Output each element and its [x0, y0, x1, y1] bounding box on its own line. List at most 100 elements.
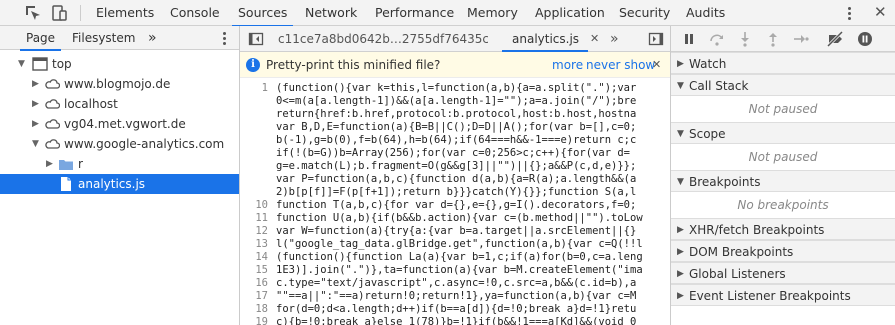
pane-xhr-breakpoints[interactable]: ▶ XHR/fetch Breakpoints: [671, 218, 895, 240]
code-area[interactable]: 1 (function(){var k=this,l=function(a,b){…: [240, 78, 670, 325]
code-line: 19 c){b=!0;break a}else 1(78)}b=!1}if(b&&…: [240, 316, 670, 325]
expanded-arrow-icon: ▼: [32, 139, 39, 149]
pane-watch[interactable]: ▶ Watch: [671, 52, 895, 74]
pane-breakpoints[interactable]: ▼ Breakpoints: [671, 170, 895, 192]
pause-icon[interactable]: [681, 31, 697, 47]
toggle-navigator-icon[interactable]: [248, 31, 264, 47]
tree-node-label: localhost: [64, 97, 118, 111]
code-text: (function(){var k=this,l=function(a,b){a…: [276, 82, 637, 94]
code-line: 10 function T(a,b,c){for var d={},e={},g=…: [240, 199, 670, 212]
step-into-icon[interactable]: [737, 31, 753, 47]
navigator-kebab-icon[interactable]: [222, 30, 226, 46]
cloud-icon: [44, 77, 61, 91]
code-line: g=e.match(L);b.fragment=O(g&&g[3]||"")||…: [240, 160, 670, 173]
never-show-link[interactable]: never show: [586, 52, 655, 78]
code-text: 2)b[p[f]]=F(p[f+1]);return b}}}catch(Y){…: [276, 186, 637, 198]
line-number[interactable]: 11: [240, 212, 268, 225]
cloud-icon: [44, 137, 61, 151]
infobar-close-icon[interactable]: ✕: [652, 52, 661, 78]
pane-title: Scope: [689, 127, 726, 141]
tab-security[interactable]: Security: [619, 0, 670, 26]
pane-event-listener-breakpoints[interactable]: ▶ Event Listener Breakpoints: [671, 284, 895, 306]
tab-analytics-js[interactable]: analytics.js: [502, 26, 588, 52]
code-text: l("google_tag_data.glBridge.get",functio…: [276, 238, 643, 250]
tab-performance[interactable]: Performance: [375, 0, 454, 26]
line-number[interactable]: 15: [240, 264, 268, 277]
pause-on-exceptions-icon[interactable]: [857, 31, 873, 47]
debugger-toolbar: [671, 26, 895, 52]
collapsed-arrow-icon: ▶: [32, 79, 39, 89]
tree-node-r[interactable]: ▶ r: [0, 154, 239, 174]
tab-elements[interactable]: Elements: [96, 0, 154, 26]
line-number[interactable]: 12: [240, 225, 268, 238]
code-line: var P=function(a,b,c){function d(a,b){a=…: [240, 173, 670, 186]
tab-console[interactable]: Console: [170, 0, 220, 26]
code-text: b(-1),g=b(0),f=b(64),h=b(64);if(64===h&&…: [276, 134, 637, 146]
tab-hash-file[interactable]: c11ce7a8bd0642b…2755df76435c1b: [278, 26, 488, 52]
tab-network[interactable]: Network: [305, 0, 357, 26]
inspect-icon[interactable]: [24, 4, 42, 22]
step-icon[interactable]: [793, 31, 809, 47]
tree-node-vgwort[interactable]: ▶ vg04.met.vgwort.de: [0, 114, 239, 134]
tab-application[interactable]: Application: [535, 0, 605, 26]
expanded-arrow-icon: ▼: [18, 59, 25, 69]
tree-node-label: top: [52, 57, 72, 71]
code-text: 0<=m(a[a.length-1])&&(a[a.length-1]="");…: [276, 95, 637, 107]
pane-global-listeners[interactable]: ▶ Global Listeners: [671, 262, 895, 284]
tab-filesystem[interactable]: Filesystem: [72, 26, 135, 50]
pane-dom-breakpoints[interactable]: ▶ DOM Breakpoints: [671, 240, 895, 262]
frame-icon: [32, 57, 48, 71]
pane-call-stack[interactable]: ▼ Call Stack: [671, 74, 895, 96]
collapsed-arrow-icon: ▶: [677, 269, 684, 279]
tree-node-localhost[interactable]: ▶ localhost: [0, 94, 239, 114]
line-number[interactable]: 19: [240, 316, 268, 325]
code-line: 16 c.type="text/javascript",c.async=!0,c.…: [240, 277, 670, 290]
code-text: for(d=0;d<a.length;d++)if(b==a[d]){d=!0;…: [276, 303, 637, 315]
line-number[interactable]: 14: [240, 251, 268, 264]
tree-node-top[interactable]: ▼ top: [0, 54, 239, 74]
code-line: 18 for(d=0;d<a.length;d++)if(b==a[d]){d=!…: [240, 303, 670, 316]
tree-node-blogmojo[interactable]: ▶ www.blogmojo.de: [0, 74, 239, 94]
pane-title: DOM Breakpoints: [689, 245, 794, 259]
line-number[interactable]: 10: [240, 199, 268, 212]
infobar-message: Pretty-print this minified file?: [266, 58, 441, 72]
more-tabs-icon[interactable]: »: [148, 26, 157, 50]
step-out-icon[interactable]: [765, 31, 781, 47]
code-text: g=e.match(L);b.fragment=O(g&&g[3]||"")||…: [276, 160, 637, 172]
line-number[interactable]: 1: [240, 82, 268, 95]
tree-node-google-analytics[interactable]: ▼ www.google-analytics.com: [0, 134, 239, 154]
navigator-panel: Page Filesystem » ▼ top ▶ www.blogmojo.d…: [0, 26, 240, 325]
more-link[interactable]: more: [552, 52, 583, 78]
deactivate-breakpoints-icon[interactable]: [826, 30, 844, 48]
tab-memory[interactable]: Memory: [467, 0, 518, 26]
code-text: 1E3)].join(".")},ta=function(a){var b=M.…: [276, 264, 643, 276]
line-number[interactable]: 16: [240, 277, 268, 290]
line-number[interactable]: 18: [240, 303, 268, 316]
code-text: var W=function(a){try{a:{var b=a.target|…: [276, 225, 637, 237]
kebab-menu-icon[interactable]: [847, 5, 851, 21]
pane-title: Breakpoints: [689, 175, 761, 189]
code-line: 2)b[p[f]]=F(p[f+1]);return b}}}catch(Y){…: [240, 186, 670, 199]
code-line: 0<=m(a[a.length-1])&&(a[a.length-1]="");…: [240, 95, 670, 108]
close-icon[interactable]: ✕: [874, 3, 887, 21]
code-text: ""==a||":"==a)return!0;return!1},ya=func…: [276, 290, 637, 302]
tab-audits[interactable]: Audits: [686, 0, 725, 26]
close-tab-icon[interactable]: ✕: [590, 26, 599, 52]
cloud-icon: [44, 117, 61, 131]
pane-scope[interactable]: ▼ Scope: [671, 122, 895, 144]
code-line: return{href:b.href,protocol:b.protocol,h…: [240, 108, 670, 121]
toggle-debugger-icon[interactable]: [648, 31, 664, 47]
expanded-arrow-icon: ▼: [677, 81, 684, 91]
tab-page[interactable]: Page: [19, 26, 62, 51]
collapsed-arrow-icon: ▶: [46, 159, 53, 169]
device-toolbar-icon[interactable]: [50, 4, 68, 22]
tree-node-analytics-js[interactable]: analytics.js: [0, 174, 239, 194]
collapsed-arrow-icon: ▶: [677, 247, 684, 257]
tree-node-label: r: [78, 157, 83, 171]
line-number[interactable]: 17: [240, 290, 268, 303]
line-number[interactable]: 13: [240, 238, 268, 251]
more-editor-tabs-icon[interactable]: »: [610, 26, 619, 52]
step-over-icon[interactable]: [709, 31, 725, 47]
pane-title: XHR/fetch Breakpoints: [689, 223, 825, 237]
tab-sources[interactable]: Sources: [231, 0, 294, 27]
